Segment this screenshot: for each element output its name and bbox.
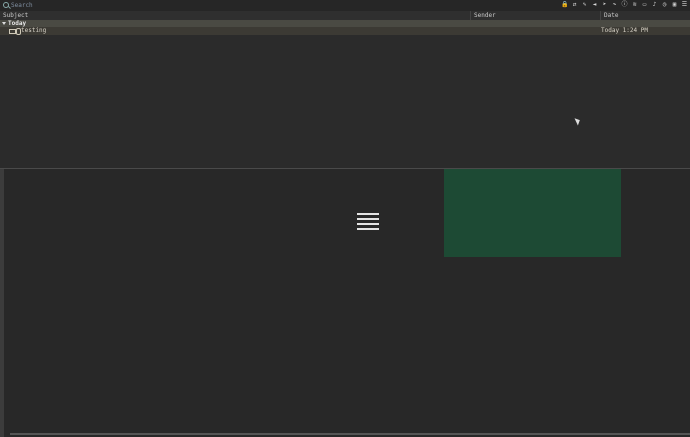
- back-icon[interactable]: ◄: [591, 1, 598, 9]
- battery-icon[interactable]: ▭: [641, 1, 648, 9]
- redo-icon[interactable]: ↷: [611, 1, 618, 9]
- search-icon: [3, 2, 9, 8]
- chevron-down-icon: [2, 22, 6, 25]
- wifi-icon[interactable]: ≋: [631, 1, 638, 9]
- info-icon[interactable]: ⓘ: [621, 1, 628, 9]
- column-date[interactable]: Date: [600, 11, 690, 20]
- message-row[interactable]: testing Today 1:24 PM: [0, 27, 690, 35]
- render-artifact: [444, 169, 621, 257]
- refresh-icon[interactable]: ⇄: [571, 1, 578, 9]
- search-input[interactable]: [11, 0, 311, 11]
- mail-icon: [9, 29, 16, 34]
- edit-icon[interactable]: ✎: [581, 1, 588, 9]
- group-label: Today: [8, 20, 27, 27]
- preview-scrollbar[interactable]: [0, 169, 4, 437]
- volume-icon[interactable]: ♪: [651, 1, 658, 9]
- clock-icon[interactable]: ◷: [661, 1, 668, 9]
- column-sender[interactable]: Sender: [470, 11, 600, 20]
- column-subject[interactable]: Subject: [0, 11, 470, 20]
- lock-icon[interactable]: 🔒: [561, 1, 568, 9]
- preview-bottom-bar: [10, 433, 690, 435]
- forward-icon[interactable]: ➤: [601, 1, 608, 9]
- toolbar: 🔒 ⇄ ✎ ◄ ➤ ↷ ⓘ ≋ ▭ ♪ ◷ ▣ ☰: [561, 1, 688, 10]
- preview-pane: [0, 169, 690, 437]
- display-icon[interactable]: ▣: [671, 1, 678, 9]
- message-subject: testing: [21, 27, 47, 34]
- message-list-area[interactable]: [0, 35, 690, 168]
- message-date: Today 1:24 PM: [601, 27, 648, 34]
- hamburger-menu-icon[interactable]: [357, 213, 379, 231]
- list-icon[interactable]: ☰: [681, 1, 688, 9]
- group-header-today[interactable]: Today: [0, 20, 690, 27]
